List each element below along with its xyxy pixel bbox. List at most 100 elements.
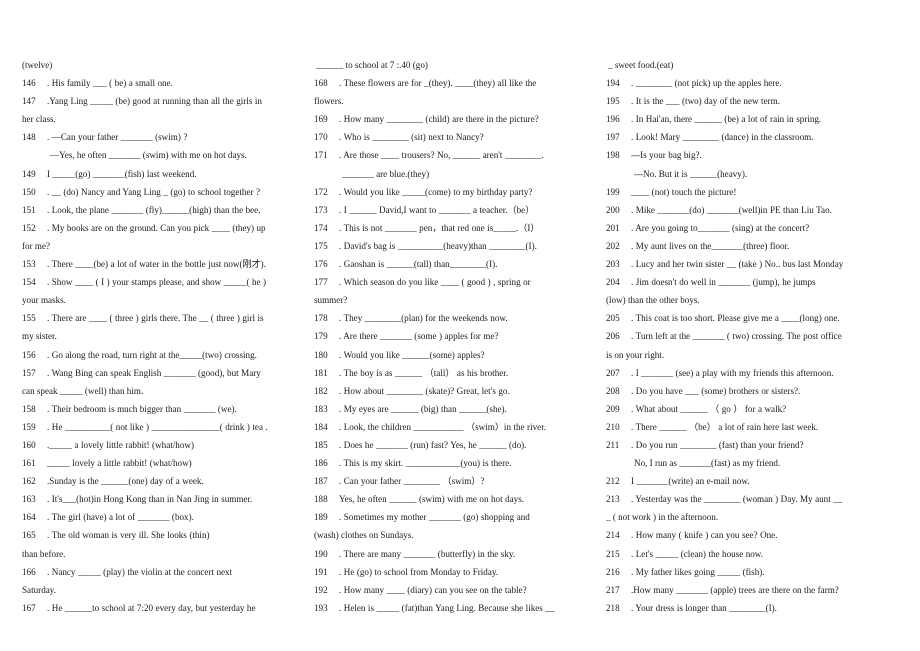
question-number: 208 xyxy=(606,385,620,396)
question-text: . There ______ （be） a lot of rain here l… xyxy=(631,421,819,432)
question-text: . The old woman is very ill. She looks (… xyxy=(47,530,210,541)
question-text: . What about ______ （ go ） for a walk? xyxy=(631,403,787,414)
worksheet-question: 200 . Mike _______(do) _______(well)in PE… xyxy=(606,201,885,219)
question-number: 205 xyxy=(606,313,620,324)
question-continuation-line: —Yes, he often _______ (swim) with me on… xyxy=(50,150,247,161)
question-number: 151 xyxy=(22,204,36,215)
question-text: _____ lovely a little rabbit! (what/how) xyxy=(47,458,192,469)
question-text: . He ______to school at 7:20 every day, … xyxy=(47,602,256,613)
question-continuation-line: (low) than the other boys. xyxy=(606,295,700,306)
worksheet-question: 204 . Jim doesn't do well in _______ (jum… xyxy=(606,273,885,291)
column-3-header-fragment: _ sweet food.(eat) xyxy=(608,60,674,70)
question-continuation-line: for me? xyxy=(22,240,51,251)
question-text: . David's bag is __________(heavy)than _… xyxy=(339,240,537,251)
question-text: . Go along the road, turn right at the__… xyxy=(47,349,257,360)
question-number: 211 xyxy=(606,439,620,450)
question-text: . This is my skirt. ____________(you) is… xyxy=(339,458,512,469)
question-number: 218 xyxy=(606,602,620,613)
question-text: . Which season do you like ____ ( good )… xyxy=(339,277,531,288)
worksheet-question: 177 . Which season do you like ____ ( goo… xyxy=(314,273,593,291)
question-text: . Jim doesn't do well in _______ (jump),… xyxy=(631,277,816,288)
question-text: . Turn left at the _______ ( two) crossi… xyxy=(631,331,842,342)
question-text: . Look, the plane _______ (fly)______(hi… xyxy=(47,204,261,215)
question-number: 185 xyxy=(314,439,328,450)
worksheet-question: 183 . My eyes are ______ (big) than _____… xyxy=(314,400,593,418)
worksheet-question: 213 . Yesterday was the ________ (woman )… xyxy=(606,490,885,508)
question-number: 213 xyxy=(606,494,620,505)
question-number: 155 xyxy=(22,313,36,324)
question-number: 152 xyxy=(22,222,36,233)
worksheet-question: 194 . ________ (not pick) up the apples h… xyxy=(606,74,885,92)
question-number: 204 xyxy=(606,277,620,288)
question-text: . Your dress is longer than ________(I). xyxy=(631,602,777,613)
question-text: . There are ____ ( three ) girls there. … xyxy=(47,313,264,324)
question-text: ____ (not) touch the picture! xyxy=(631,186,737,197)
question-number: 194 xyxy=(606,78,620,89)
question-number: 183 xyxy=(314,403,328,414)
question-number: 193 xyxy=(314,602,328,613)
question-continuation-line: Saturday. xyxy=(22,584,57,595)
question-text: I _____(go) _______(fish) last weekend. xyxy=(47,168,197,179)
question-text: . This is not _______ pen，that red one i… xyxy=(339,222,540,233)
question-number: 191 xyxy=(314,566,328,577)
question-number: 186 xyxy=(314,458,328,469)
worksheet-question: 184 . Look, the children ___________ （swi… xyxy=(314,418,593,436)
question-text: . Helen is _____ (fat)than Yang Ling. Be… xyxy=(339,602,555,613)
worksheet-question: 182 . How about ________ (skate)? Great, … xyxy=(314,382,593,400)
worksheet-question: 202 . My aunt lives on the_______(three) … xyxy=(606,237,885,255)
question-text: . They ________(plan) for the weekends n… xyxy=(339,313,508,324)
column-3-items: 194 . ________ (not pick) up the apples h… xyxy=(606,74,885,617)
worksheet-question: 198 ---Is your bag big?. xyxy=(606,146,885,164)
question-number: 156 xyxy=(22,349,36,360)
question-text: . Do you run ________ (fast) than your f… xyxy=(631,439,804,450)
column-1-header-fragment: (twelve) xyxy=(22,60,53,70)
question-text: . There are many _______ (butterfly) in … xyxy=(339,548,516,559)
question-continuation-line: my sister. xyxy=(22,331,57,342)
question-number: 180 xyxy=(314,349,328,360)
question-number: 163 xyxy=(22,494,36,505)
question-number: 175 xyxy=(314,240,328,251)
worksheet-question: 217 .How many _______ (apple) trees are t… xyxy=(606,581,885,599)
question-number: 171 xyxy=(314,150,328,161)
worksheet-question: 162 .Sunday is the ______(one) day of a w… xyxy=(22,472,301,490)
question-continuation-line: ---No. But it is ______(heavy). xyxy=(634,168,748,179)
question-number: 147 xyxy=(22,96,36,107)
worksheet-question: 167 . He ______to school at 7:20 every da… xyxy=(22,599,301,617)
question-number: 217 xyxy=(606,584,620,595)
question-text: .Yang Ling _____ (be) good at running th… xyxy=(47,96,262,107)
question-continuation-line: your masks. xyxy=(22,295,66,306)
worksheet-question: 191 . He (go) to school from Monday to Fr… xyxy=(314,563,593,581)
worksheet-question: 166 . Nancy _____ (play) the violin at th… xyxy=(22,563,301,581)
question-number: 203 xyxy=(606,259,620,270)
question-text: . His family ___ ( be) a small one. xyxy=(47,78,173,89)
question-number: 159 xyxy=(22,421,36,432)
question-text: . He (go) to school from Monday to Frida… xyxy=(339,566,499,577)
question-number: 188 xyxy=(314,494,328,505)
question-text: . Look! Mary ________ (dance) in the cla… xyxy=(631,132,814,143)
question-text: . These flowers are for _(they). ____(th… xyxy=(339,78,537,89)
question-number: 160 xyxy=(22,439,36,450)
worksheet-question: 153 . There ____(be) a lot of water in th… xyxy=(22,255,301,273)
question-number: 214 xyxy=(606,530,620,541)
question-text: . I ______ David,I want to _______ a tea… xyxy=(339,204,535,215)
worksheet-question: 146 . His family ___ ( be) a small one. xyxy=(22,74,301,92)
three-column-layout: (twelve) 146 . His family ___ ( be) a sma… xyxy=(22,56,898,617)
question-number: 174 xyxy=(314,222,328,233)
column-1-items: 146. His family ___ ( be) a small one. 14… xyxy=(22,74,301,617)
question-text: . Sometimes my mother _______ (go) shopp… xyxy=(339,512,530,523)
worksheet-question: 185 . Does he _______ (run) fast? Yes, he… xyxy=(314,436,593,454)
worksheet-question: 187 . Can your father ________ （swim）? xyxy=(314,472,593,490)
question-text: . Their bedroom is much bigger than ____… xyxy=(47,403,237,414)
worksheet-question: 157 . Wang Bing can speak English _______… xyxy=(22,364,301,382)
worksheet-question: 190 . There are many _______ (butterfly) … xyxy=(314,545,593,563)
worksheet-question: 188 Yes, he often ______ (swim) with me o… xyxy=(314,490,593,508)
question-number: 172 xyxy=(314,186,328,197)
question-number: 184 xyxy=(314,421,328,432)
question-text: .How many _______ (apple) trees are ther… xyxy=(631,584,839,595)
question-number: 196 xyxy=(606,114,620,125)
question-text: . Are those ____ trousers? No, ______ ar… xyxy=(339,150,544,161)
question-number: 178 xyxy=(314,313,328,324)
question-number: 192 xyxy=(314,584,328,595)
question-text: . Gaoshan is ______(tall) than________(I… xyxy=(339,259,498,270)
question-text: . Lucy and her twin sister __ (take ) No… xyxy=(631,259,844,270)
